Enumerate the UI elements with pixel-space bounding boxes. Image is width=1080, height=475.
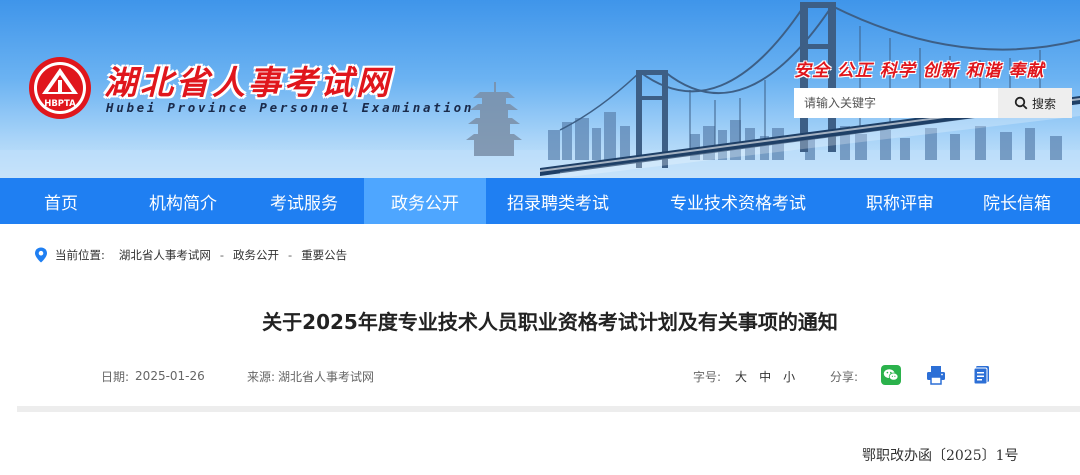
- font-size-small-button[interactable]: 小: [783, 368, 795, 385]
- print-icon[interactable]: [926, 365, 946, 385]
- font-size-medium-button[interactable]: 中: [759, 368, 771, 385]
- share-label: 分享:: [830, 369, 859, 384]
- font-size-large-button[interactable]: 大: [735, 368, 747, 385]
- breadcrumb-separator: -: [288, 248, 293, 262]
- breadcrumb-prefix: 当前位置:: [55, 248, 105, 262]
- font-size-label: 字号:: [693, 369, 722, 384]
- nav-item-exam-service[interactable]: 考试服务: [244, 178, 364, 224]
- font-size-controls: 字号: 大 中 小: [693, 366, 795, 386]
- site-name-cn: 湖北省人事考试网: [104, 63, 392, 102]
- date-label: 日期:: [101, 369, 130, 384]
- search-input[interactable]: [794, 88, 998, 118]
- content-divider: [17, 406, 1080, 412]
- nav-item-home[interactable]: 首页: [0, 178, 122, 224]
- search-icon: [1014, 96, 1028, 110]
- nav-item-gov-affairs[interactable]: 政务公开: [364, 178, 486, 224]
- nav-item-director-mailbox[interactable]: 院长信箱: [954, 178, 1080, 224]
- nav-item-professional-qualification[interactable]: 专业技术资格考试: [630, 178, 846, 224]
- document-icon[interactable]: [972, 365, 992, 385]
- logo-emblem-icon: HBPTA: [29, 57, 91, 119]
- source-label: 来源:: [247, 369, 276, 384]
- document-number: 鄂职改办函〔2025〕1号: [862, 448, 1019, 464]
- article-source: 来源: 湖北省人事考试网: [247, 366, 374, 386]
- article-date: 日期: 2025-01-26: [101, 366, 205, 386]
- nav-item-title-review[interactable]: 职称评审: [846, 178, 954, 224]
- header-banner: HBPTA 湖北省人事考试网 Hubei Province Personnel …: [0, 0, 1080, 178]
- site-name-en: Hubei Province Personnel Examination: [106, 100, 475, 115]
- slogan: 安全 公正 科学 创新 和谐 奉献: [794, 61, 1045, 81]
- nav-item-recruitment-exams[interactable]: 招录聘类考试: [486, 178, 630, 224]
- nav-item-about[interactable]: 机构简介: [122, 178, 244, 224]
- date-value: 2025-01-26: [135, 369, 205, 383]
- source-value: 湖北省人事考试网: [278, 369, 375, 384]
- main-nav: 首页 机构简介 考试服务 政务公开 招录聘类考试 专业技术资格考试 职称评审 院…: [0, 178, 1080, 224]
- breadcrumb-separator: -: [219, 248, 225, 262]
- search-button-label: 搜索: [1031, 96, 1056, 111]
- wechat-icon[interactable]: [881, 365, 901, 385]
- breadcrumb-link-gov-affairs[interactable]: 政务公开: [233, 247, 279, 263]
- breadcrumb: 当前位置: 湖北省人事考试网 - 政务公开 - 重要公告: [34, 246, 347, 264]
- logo-text: HBPTA: [44, 99, 76, 109]
- search-button[interactable]: 搜索: [998, 88, 1072, 118]
- breadcrumb-link-home[interactable]: 湖北省人事考试网: [119, 247, 211, 263]
- search-bar: 搜索: [794, 88, 1072, 118]
- location-pin-icon: [35, 247, 47, 263]
- breadcrumb-link-announcements[interactable]: 重要公告: [301, 247, 347, 263]
- article-title: 关于2025年度专业技术人员职业资格考试计划及有关事项的通知: [262, 310, 838, 334]
